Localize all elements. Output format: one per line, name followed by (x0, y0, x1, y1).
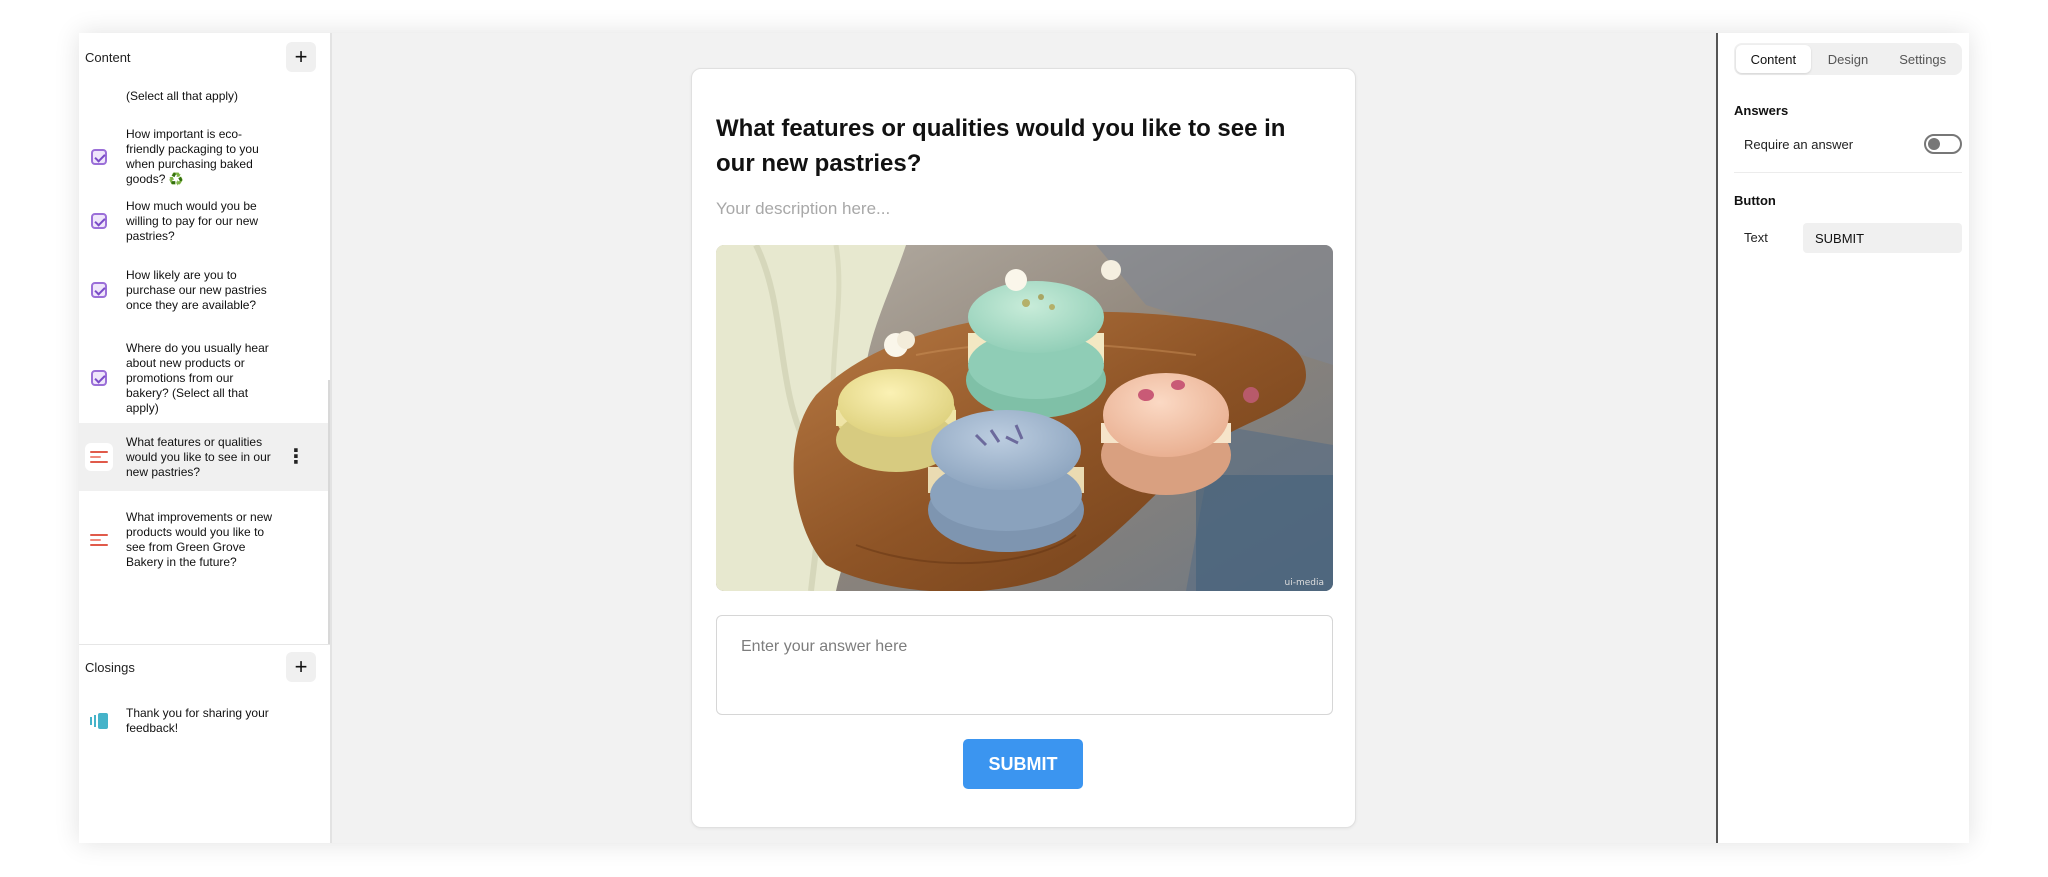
question-image[interactable]: ui-media (716, 245, 1333, 591)
submit-button[interactable]: SUBMIT (963, 739, 1083, 789)
content-sidebar: Content + (Select all that apply) How im… (79, 33, 332, 843)
text-question-icon (85, 526, 113, 554)
survey-editor: Content + (Select all that apply) How im… (79, 33, 1969, 843)
require-answer-label: Require an answer (1744, 137, 1854, 152)
tab-settings[interactable]: Settings (1885, 45, 1960, 73)
question-item[interactable]: What improvements or new products would … (79, 497, 330, 583)
require-answer-toggle[interactable] (1924, 134, 1962, 154)
question-label: How much would you be willing to pay for… (126, 198, 259, 243)
question-item-active[interactable]: What features or qualities would you lik… (79, 423, 330, 491)
closing-item[interactable]: Thank you for sharing your feedback! (79, 701, 330, 741)
question-label: (Select all that apply) (126, 88, 239, 103)
tab-content[interactable]: Content (1736, 45, 1811, 73)
question-list: (Select all that apply) How important is… (79, 85, 330, 645)
button-section-title: Button (1734, 193, 1776, 208)
checkbox-icon (85, 85, 113, 105)
add-closing-button[interactable]: + (286, 652, 316, 682)
question-item[interactable]: Where do you usually hear about new prod… (79, 335, 330, 421)
button-text-input[interactable] (1803, 223, 1962, 253)
button-text-label: Text (1744, 230, 1768, 245)
question-title[interactable]: What features or qualities would you lik… (716, 111, 1316, 181)
content-header: Content + (79, 33, 332, 81)
tab-design[interactable]: Design (1811, 45, 1886, 73)
checkbox-icon (85, 364, 113, 392)
add-question-button[interactable]: + (286, 42, 316, 72)
question-item[interactable]: (Select all that apply) (79, 85, 330, 111)
image-credit: ui-media (1285, 578, 1325, 588)
answer-textarea[interactable]: Enter your answer here (716, 615, 1333, 715)
question-label: What improvements or new products would … (126, 510, 273, 569)
text-question-icon (85, 443, 113, 471)
panel-tabs: Content Design Settings (1734, 43, 1962, 75)
properties-panel: Content Design Settings Answers Require … (1716, 33, 1969, 843)
answers-section-title: Answers (1734, 103, 1789, 118)
closings-header: Closings + (79, 643, 332, 691)
question-label: How likely are you to purchase our new p… (126, 267, 267, 312)
question-label: Where do you usually hear about new prod… (126, 340, 269, 415)
description-placeholder[interactable]: Your description here... (716, 199, 890, 219)
question-item[interactable]: How important is eco-friendly packaging … (79, 123, 330, 191)
question-label: What features or qualities would you lik… (126, 434, 271, 479)
checkbox-icon (85, 276, 113, 304)
question-item[interactable]: How likely are you to purchase our new p… (79, 255, 330, 325)
question-card: What features or qualities would you lik… (691, 68, 1356, 828)
checkbox-icon (85, 207, 113, 235)
section-divider (1734, 172, 1962, 173)
closing-label: Thank you for sharing your feedback! (126, 706, 269, 735)
more-options-icon[interactable]: ⋮ (286, 447, 306, 467)
question-label: How important is eco-friendly packaging … (126, 127, 259, 186)
checkbox-icon (85, 143, 113, 171)
content-title: Content (85, 49, 131, 65)
sidebar-scrollbar[interactable] (328, 380, 330, 645)
closings-title: Closings (85, 659, 135, 675)
question-item[interactable]: How much would you be willing to pay for… (79, 194, 330, 248)
ending-screen-icon (85, 707, 113, 735)
